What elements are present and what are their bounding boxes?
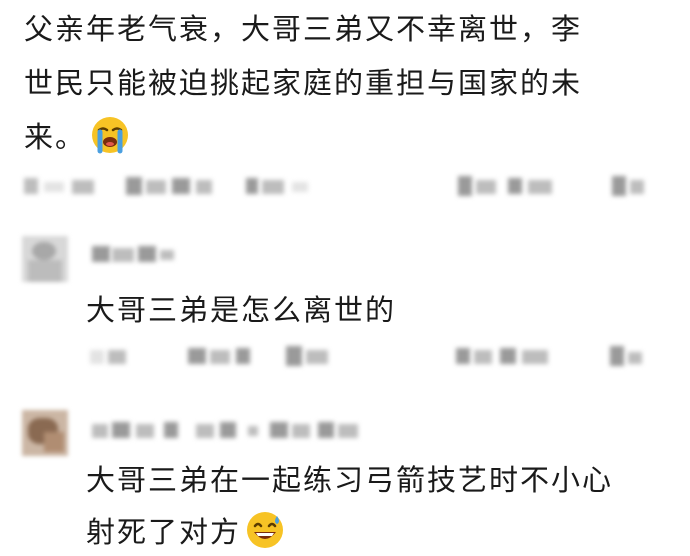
comment-1-meta-blurred: [0, 344, 690, 368]
post-line-2: 世民只能被迫挑起家庭的重担与国家的未: [24, 66, 583, 100]
post-line-3-text: 来。: [24, 120, 87, 154]
comment-2-line-1: 大哥三弟在一起练习弓箭技艺时不小心: [86, 463, 614, 497]
post-meta-blurred: [0, 174, 690, 198]
post-line-1: 父亲年老气衰，大哥三弟又不幸离世，李: [24, 12, 583, 46]
grinning-sweat-face-emoji-icon: [247, 512, 284, 548]
comment-1: 大哥三弟是怎么离世的: [0, 232, 690, 392]
comment-2-line-2: 射死了对方: [86, 506, 666, 556]
post-line-3: 来。: [24, 110, 664, 164]
commenter-avatar[interactable]: [22, 410, 68, 456]
commenter-avatar[interactable]: [22, 236, 68, 282]
post-body: 父亲年老气衰，大哥三弟又不幸离世，李 世民只能被迫挑起家庭的重担与国家的未 来。: [24, 2, 664, 164]
commenter-name-blurred[interactable]: [92, 418, 362, 442]
comment-2: 大哥三弟在一起练习弓箭技艺时不小心 射死了对方: [0, 404, 690, 556]
comment-2-text: 大哥三弟在一起练习弓箭技艺时不小心 射死了对方: [86, 454, 666, 556]
loudly-crying-face-emoji-icon: [92, 117, 129, 154]
weibo-post-screenshot: 父亲年老气衰，大哥三弟又不幸离世，李 世民只能被迫挑起家庭的重担与国家的未 来。: [0, 0, 690, 556]
comment-2-line-2-text: 射死了对方: [86, 515, 242, 549]
commenter-name-blurred[interactable]: [92, 242, 212, 266]
comment-1-text: 大哥三弟是怎么离世的: [86, 293, 397, 327]
